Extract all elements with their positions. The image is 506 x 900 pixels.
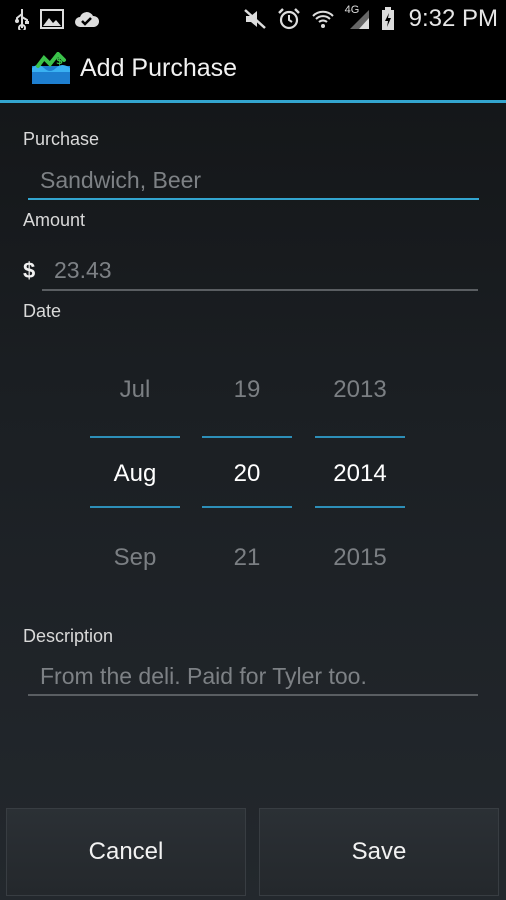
year-selected[interactable]: 2014: [315, 460, 405, 488]
month-divider-top: [90, 436, 180, 438]
description-input[interactable]: From the deli. Paid for Tyler too.: [28, 656, 478, 696]
app-logo-icon: $: [30, 50, 72, 86]
description-label: Description: [23, 626, 114, 646]
currency-symbol: $: [23, 258, 36, 283]
month-next[interactable]: Sep: [90, 544, 180, 572]
mute-icon: [243, 8, 267, 30]
save-button[interactable]: Save: [259, 808, 499, 896]
month-selected[interactable]: Aug: [90, 460, 180, 488]
day-divider-bottom: [202, 506, 292, 508]
month-prev[interactable]: Jul: [90, 376, 180, 404]
clock: 9:32 PM: [408, 4, 498, 32]
year-divider-top: [315, 436, 405, 438]
cancel-button[interactable]: Cancel: [6, 808, 246, 896]
amount-input-value: 23.43: [54, 256, 112, 283]
purchase-input-value: Sandwich, Beer: [40, 166, 202, 193]
signal-4g-icon: 4G: [345, 4, 371, 30]
usb-icon: [14, 8, 30, 30]
image-icon: [40, 8, 64, 29]
year-divider-bottom: [315, 506, 405, 508]
year-next[interactable]: 2015: [315, 544, 405, 572]
screen-title: Add Purchase: [80, 54, 238, 82]
amount-input-underline: [42, 289, 478, 291]
amount-input[interactable]: 23.43: [42, 250, 478, 290]
notification-icons: [14, 8, 100, 30]
day-prev[interactable]: 19: [202, 376, 292, 404]
month-divider-bottom: [90, 506, 180, 508]
year-prev[interactable]: 2013: [315, 376, 405, 404]
amount-label: Amount: [23, 210, 86, 230]
purchase-label: Purchase: [23, 129, 100, 149]
purchase-input-underline: [28, 198, 479, 200]
date-label: Date: [23, 301, 62, 321]
action-bar: $ Add Purchase: [0, 37, 506, 103]
system-icons: 4G 9:32 PM: [243, 4, 498, 33]
purchase-input[interactable]: Sandwich, Beer: [28, 160, 478, 200]
description-input-value: From the deli. Paid for Tyler too.: [40, 662, 367, 689]
day-selected[interactable]: 20: [202, 460, 292, 488]
status-bar: 4G 9:32 PM: [0, 0, 506, 37]
network-type-label: 4G: [344, 3, 360, 16]
description-input-underline: [28, 694, 478, 696]
cloud-check-icon: [74, 9, 100, 29]
battery-icon: [381, 6, 395, 31]
day-next[interactable]: 21: [202, 544, 292, 572]
alarm-icon: [277, 7, 301, 31]
day-divider-top: [202, 436, 292, 438]
wifi-icon: [311, 9, 335, 29]
svg-text:$: $: [56, 56, 63, 67]
